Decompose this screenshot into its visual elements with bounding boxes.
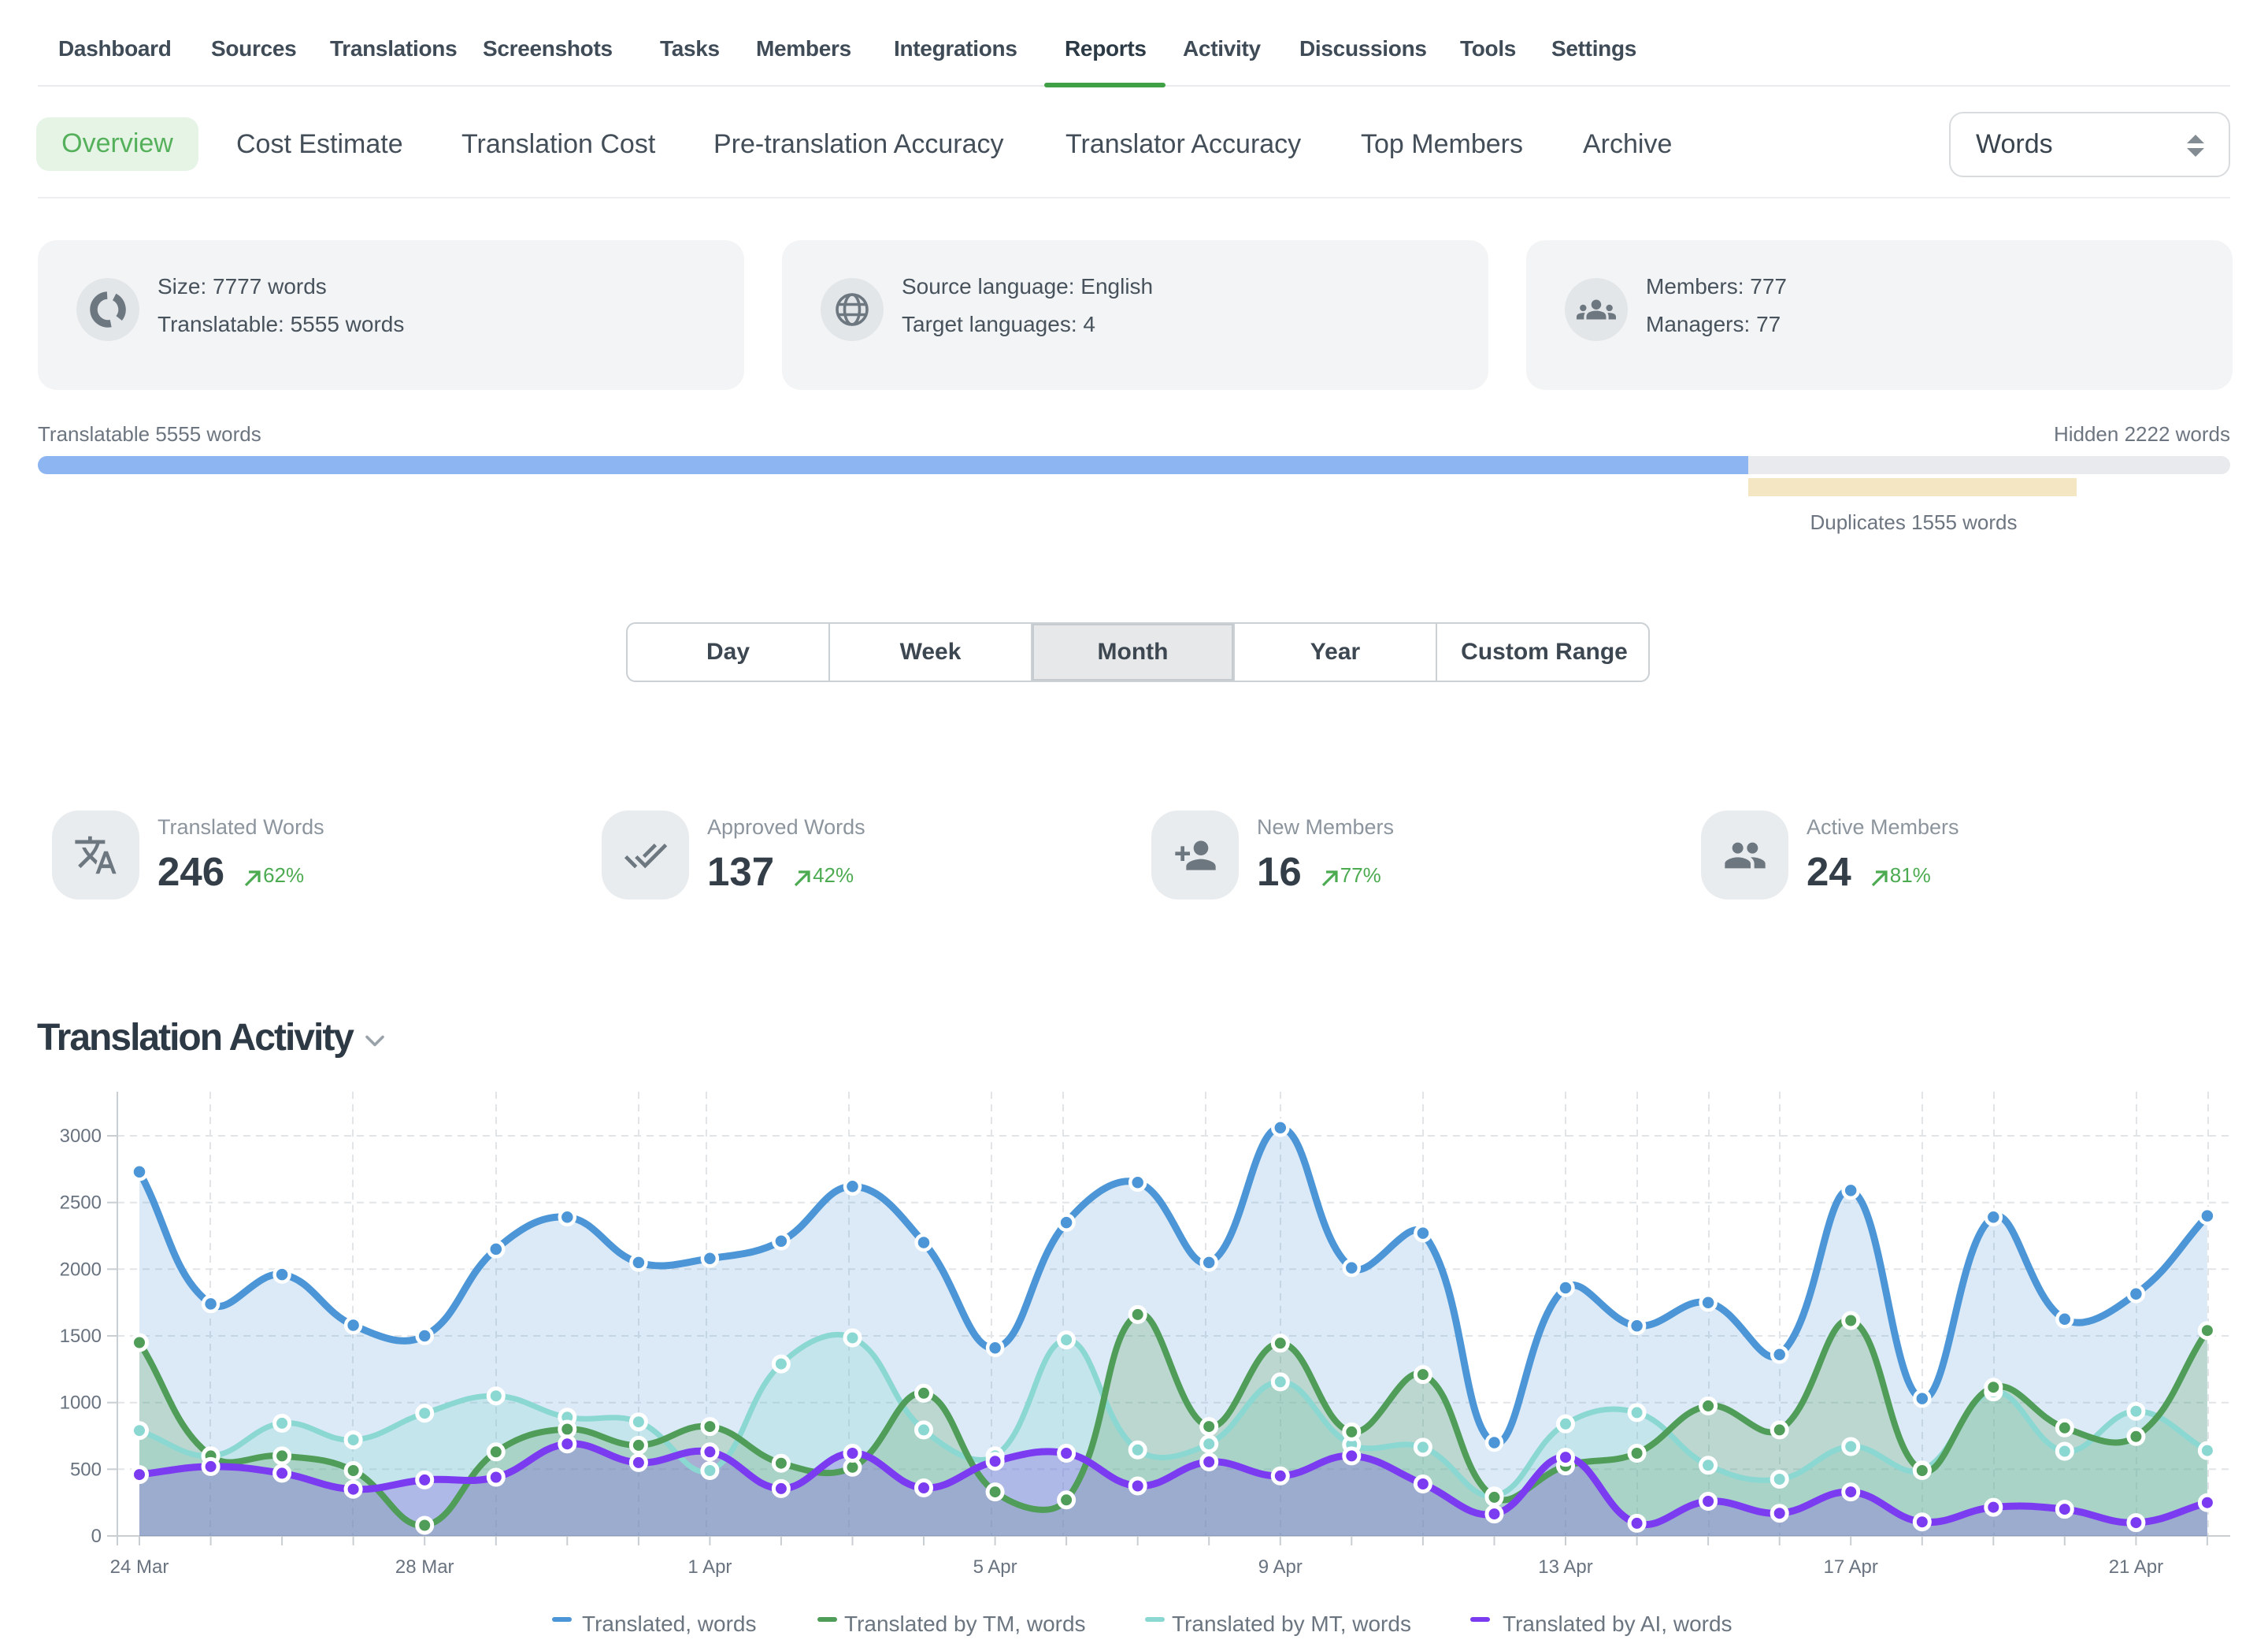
svg-text:24 Mar: 24 Mar <box>110 1556 169 1578</box>
svg-text:1000: 1000 <box>60 1393 102 1414</box>
svg-text:28 Mar: 28 Mar <box>395 1556 454 1578</box>
svg-text:5 Apr: 5 Apr <box>973 1556 1017 1578</box>
svg-text:Translated by MT, words: Translated by MT, words <box>1172 1612 1411 1636</box>
svg-text:2500: 2500 <box>60 1193 102 1214</box>
svg-text:17 Apr: 17 Apr <box>1824 1556 1878 1578</box>
svg-text:Translated, words: Translated, words <box>582 1612 757 1636</box>
svg-text:9 Apr: 9 Apr <box>1258 1556 1303 1578</box>
svg-text:0: 0 <box>91 1526 102 1547</box>
svg-text:1 Apr: 1 Apr <box>687 1556 732 1578</box>
svg-text:Translated by TM, words: Translated by TM, words <box>844 1612 1086 1636</box>
svg-text:500: 500 <box>70 1459 102 1480</box>
svg-text:1500: 1500 <box>60 1326 102 1347</box>
svg-text:13 Apr: 13 Apr <box>1538 1556 1592 1578</box>
svg-text:2000: 2000 <box>60 1259 102 1280</box>
svg-text:Translated by AI, words: Translated by AI, words <box>1503 1612 1732 1636</box>
svg-text:21 Apr: 21 Apr <box>2109 1556 2163 1578</box>
svg-text:3000: 3000 <box>60 1126 102 1147</box>
